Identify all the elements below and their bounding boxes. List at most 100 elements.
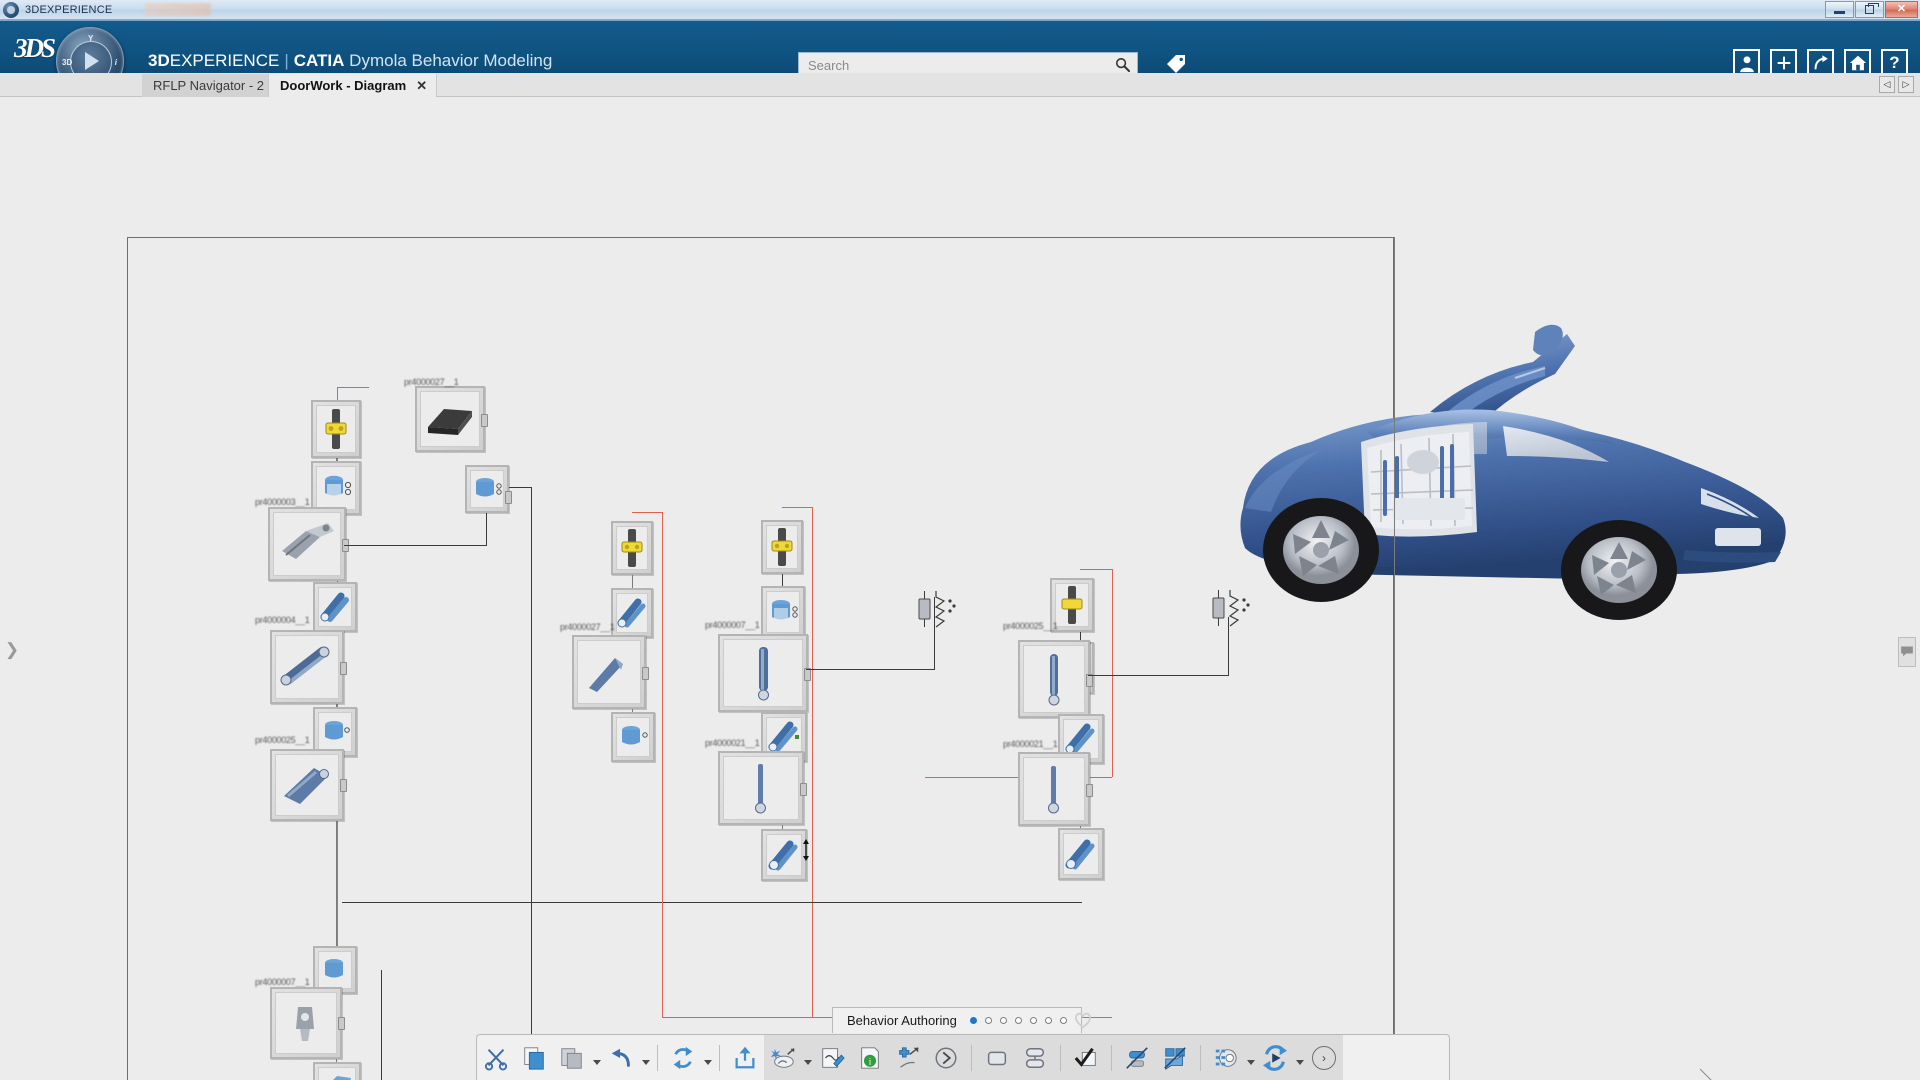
window-controls: ✕ [1825, 0, 1920, 19]
restore-button[interactable] [1855, 0, 1884, 18]
app-header: 3DS 3D i Y V,R 3DEXPERIENCE|CATIA Dymola… [0, 20, 1920, 95]
app-title: 3DEXPERIENCE | CATIA Dymola Behavior Model… [148, 51, 552, 71]
add-link-button[interactable] [889, 1035, 927, 1080]
simulate-dropdown-caret[interactable] [1294, 1035, 1305, 1080]
info-button[interactable]: i [851, 1035, 889, 1080]
sensor-icon [763, 588, 803, 636]
dassault-logo: 3DS [14, 33, 56, 63]
help-icon[interactable]: ? [1881, 49, 1908, 76]
spring-damper-symbol-1[interactable] [916, 587, 962, 631]
rod-icon [1020, 642, 1088, 716]
block-actuator-b1[interactable] [611, 521, 653, 575]
block-actuator-a1[interactable] [311, 400, 361, 458]
update-dropdown-caret[interactable] [702, 1035, 713, 1080]
block-rod-c3[interactable] [718, 634, 811, 712]
create-behavior-caret[interactable] [802, 1035, 813, 1080]
hide-3d-button[interactable] [1156, 1035, 1194, 1080]
wire-c6-out [782, 902, 1082, 903]
behavior-authoring-tab[interactable]: Behavior Authoring [832, 1007, 1082, 1033]
cover-icon [417, 388, 483, 450]
paste-button[interactable] [553, 1035, 591, 1080]
latch-icon [272, 989, 340, 1057]
close-button[interactable]: ✕ [1885, 0, 1918, 18]
tab-rflp-navigator[interactable]: RFLP Navigator - 2 [142, 74, 276, 97]
section-dots[interactable] [969, 1017, 1067, 1024]
os-title-bar: 3DEXPERIENCE ✕ [0, 0, 1920, 20]
left-panel-expand-handle[interactable]: ❯ [4, 637, 20, 663]
comment-icon[interactable] [1898, 637, 1916, 667]
undo-button[interactable] [602, 1035, 640, 1080]
validate-button[interactable] [1067, 1035, 1105, 1080]
sensor-icon [313, 463, 359, 513]
app-title-experience: EXPERIENCE [169, 51, 280, 70]
block-label-a8: pr4000007__1 [255, 977, 310, 987]
block-sensor-b4[interactable] [611, 712, 655, 762]
arm-icon [1060, 830, 1102, 878]
section-dot-5[interactable] [1029, 1017, 1037, 1024]
update-button[interactable] [664, 1035, 702, 1080]
section-dot-2[interactable] [984, 1017, 992, 1024]
block-arm-d6[interactable] [1058, 828, 1104, 880]
wire-top-right [509, 487, 531, 488]
group-button[interactable] [1016, 1035, 1054, 1080]
undo-dropdown-caret[interactable] [640, 1035, 651, 1080]
block-hinge-a3[interactable] [268, 507, 349, 581]
settings-dropdown-caret[interactable] [1245, 1035, 1256, 1080]
block-sensor-top-right[interactable] [465, 465, 512, 513]
share-icon[interactable] [1807, 49, 1834, 76]
3d-car-model[interactable] [1215, 322, 1800, 627]
cut-button[interactable] [477, 1035, 515, 1080]
block-rod-d3[interactable] [1018, 640, 1093, 718]
wire-a3-out [344, 545, 486, 546]
block-rod-a5[interactable] [270, 630, 347, 704]
block-sensor-c2[interactable] [761, 586, 805, 638]
diagram-canvas[interactable]: ❯ pr4000003__1 pr4000004__1 pr4000025__1… [0, 97, 1920, 1080]
copy-button[interactable] [515, 1035, 553, 1080]
heart-icon[interactable] [1073, 1011, 1093, 1029]
block-pin-c5[interactable] [718, 751, 807, 825]
simulate-button[interactable] [1256, 1035, 1294, 1080]
tab-close-icon[interactable]: ✕ [416, 74, 427, 97]
block-wedge-b3[interactable] [572, 635, 649, 709]
more-actions-button[interactable]: › [1305, 1035, 1343, 1080]
sensor-icon [315, 948, 355, 992]
section-dot-4[interactable] [1014, 1017, 1022, 1024]
block-label-cover: pr4000027__1 [404, 377, 459, 387]
wire-red-c-top [782, 507, 812, 508]
minimize-button[interactable] [1825, 0, 1854, 18]
block-label-c2: pr4000007__1 [705, 620, 760, 630]
block-latch-a9[interactable] [270, 987, 345, 1059]
user-profile-icon[interactable] [1733, 49, 1760, 76]
block-actuator-c1[interactable] [761, 520, 803, 574]
block-damper-a4[interactable] [313, 582, 357, 632]
section-dot-6[interactable] [1044, 1017, 1052, 1024]
header-icon-group: ? [1733, 49, 1908, 76]
paste-dropdown-caret[interactable] [591, 1035, 602, 1080]
tab-next-button[interactable]: ▷ [1898, 76, 1914, 93]
hide-2d-button[interactable] [1118, 1035, 1156, 1080]
chevron-right-circle-icon[interactable]: › [1312, 1045, 1336, 1070]
section-dot-3[interactable] [999, 1017, 1007, 1024]
home-icon[interactable] [1844, 49, 1871, 76]
sensor-icon [467, 467, 507, 511]
export-button[interactable] [726, 1035, 764, 1080]
section-dot-7[interactable] [1059, 1017, 1067, 1024]
tab-doorwork-diagram[interactable]: DoorWork - Diagram ✕ [268, 74, 438, 97]
add-icon[interactable] [1770, 49, 1797, 76]
block-pin-d5[interactable] [1018, 752, 1093, 826]
next-step-button[interactable] [927, 1035, 965, 1080]
bottom-action-bar[interactable]: i › [476, 1034, 1450, 1080]
block-cover-top[interactable] [415, 386, 488, 452]
create-behavior-button[interactable] [764, 1035, 802, 1080]
block-arm-a7[interactable] [270, 749, 347, 821]
rod-icon [720, 636, 806, 710]
component-button[interactable] [978, 1035, 1016, 1080]
spring-damper-symbol-2[interactable] [1210, 586, 1256, 630]
settings-button[interactable] [1207, 1035, 1245, 1080]
tab-prev-button[interactable]: ◁ [1879, 76, 1895, 93]
block-panel-sensor-a10[interactable] [313, 1062, 361, 1080]
search-icon[interactable] [1115, 57, 1130, 72]
block-damper-b2[interactable] [611, 588, 653, 638]
edit-behavior-button[interactable] [813, 1035, 851, 1080]
section-dot-1[interactable] [969, 1017, 977, 1024]
